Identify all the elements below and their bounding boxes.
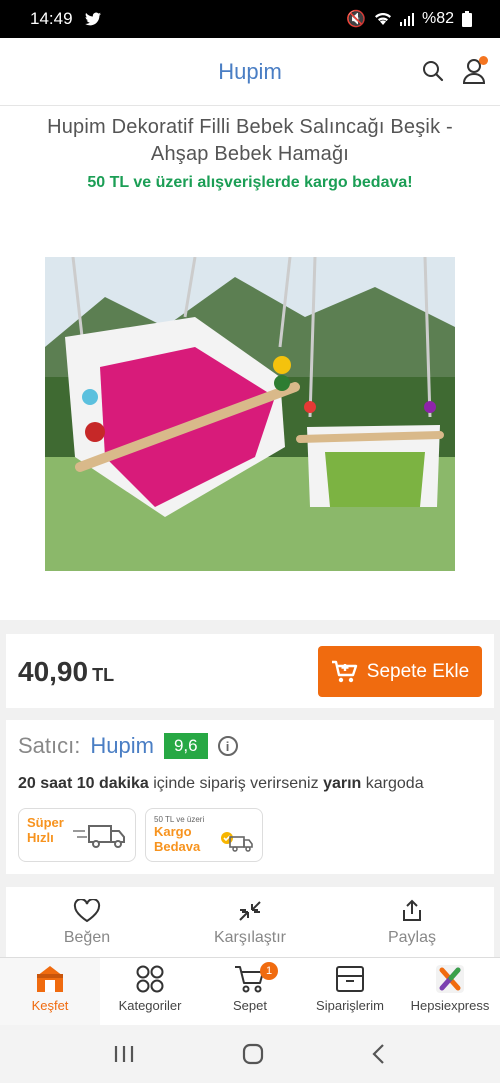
tab-explore-label: Keşfet [31,998,69,1013]
like-action[interactable]: Beğen [7,899,167,947]
tab-cart[interactable]: 1 Sepet [200,958,300,1025]
product-title: Hupim Dekoratif Filli Bebek Salıncağı Be… [47,116,453,165]
cart-icon [331,660,357,682]
add-to-cart-button[interactable]: Sepete Ekle [318,646,482,697]
search-icon[interactable] [422,60,444,82]
seller-name-link[interactable]: Hupim [90,733,154,759]
home-store-icon [37,966,63,992]
free-cargo-threshold: 50 TL ve üzeri [154,815,205,824]
orders-box-icon [336,966,364,992]
price-currency: TL [92,665,115,685]
product-price: 40,90 TL [18,656,114,688]
app-header: Hupim [0,38,500,106]
compare-arrows-icon [239,901,261,921]
cart-count-badge: 1 [260,962,278,980]
tab-orders-label: Siparişlerim [316,998,384,1013]
tab-categories[interactable]: Kategoriler [100,958,200,1025]
twitter-icon [84,12,101,26]
battery-percent: %82 [421,10,454,27]
tab-hepsiexpress[interactable]: Hepsiexpress [400,958,500,1025]
tab-cart-label: Sepet [233,998,267,1013]
price-card: 40,90 TL Sepete Ekle [6,634,494,708]
seller-label: Satıcı: [18,733,81,758]
hepsiexpress-logo-icon [436,965,464,993]
seller-row: Satıcı: Hupim 9,6 i [18,733,238,759]
info-icon[interactable]: i [217,736,238,756]
shipping-countdown: 20 saat 10 dakika [18,775,149,792]
like-label: Beğen [63,929,111,946]
compare-action[interactable]: Karşılaştır [170,899,330,947]
free-cargo-badge: 50 TL ve üzeri Kargo Bedava [145,808,263,862]
brand-title[interactable]: Hupim [218,59,282,85]
tab-categories-label: Kategoriler [118,998,182,1013]
wifi-icon [374,13,391,25]
share-icon [403,899,421,921]
seller-card: Satıcı: Hupim 9,6 i 20 saat 10 dakika iç… [6,720,494,874]
status-bar: 14:49 🔇 %82 [0,0,500,38]
shipping-mid-text: içinde sipariş verirseniz [153,775,319,792]
recent-apps-icon[interactable] [113,1044,135,1064]
status-time: 14:49 [30,9,73,28]
tab-hepsiexpress-label: Hepsiexpress [410,998,490,1013]
shipping-time-text: 20 saat 10 dakika içinde sipariş verirse… [18,775,424,793]
heart-icon [73,899,101,923]
share-label: Paylaş [387,929,437,946]
shipping-end-text: kargoda [365,775,424,792]
tab-orders[interactable]: Siparişlerim [300,958,400,1025]
mute-icon: 🔇 [346,11,366,28]
share-action[interactable]: Paylaş [332,899,492,947]
back-icon[interactable] [371,1043,387,1065]
free-shipping-promo: 50 TL ve üzeri alışverişlerde kargo beda… [87,174,413,191]
seller-score-badge: 9,6 [163,733,208,759]
price-value: 40,90 [18,656,89,687]
cargo-truck-icon [221,832,253,852]
shipping-day: yarın [323,775,362,792]
actions-card: Beğen Karşılaştır Paylaş [6,887,494,957]
bottom-tab-bar: Keşfet Kategoriler 1 Sepet Siparişlerim … [0,957,500,1025]
add-to-cart-label: Sepete Ekle [366,660,470,682]
compare-label: Karşılaştır [213,929,286,946]
battery-icon [462,11,472,27]
delivery-truck-icon [73,825,125,848]
super-fast-badge: Süper Hızlı [18,808,136,862]
signal-icon [399,13,414,26]
categories-grid-icon [136,965,164,993]
system-nav-bar [0,1025,500,1083]
product-image[interactable] [45,257,455,571]
product-section: Hupim Dekoratif Filli Bebek Salıncağı Be… [0,106,500,620]
home-icon[interactable] [242,1043,264,1065]
notification-dot [479,56,488,65]
tab-explore[interactable]: Keşfet [0,958,100,1025]
